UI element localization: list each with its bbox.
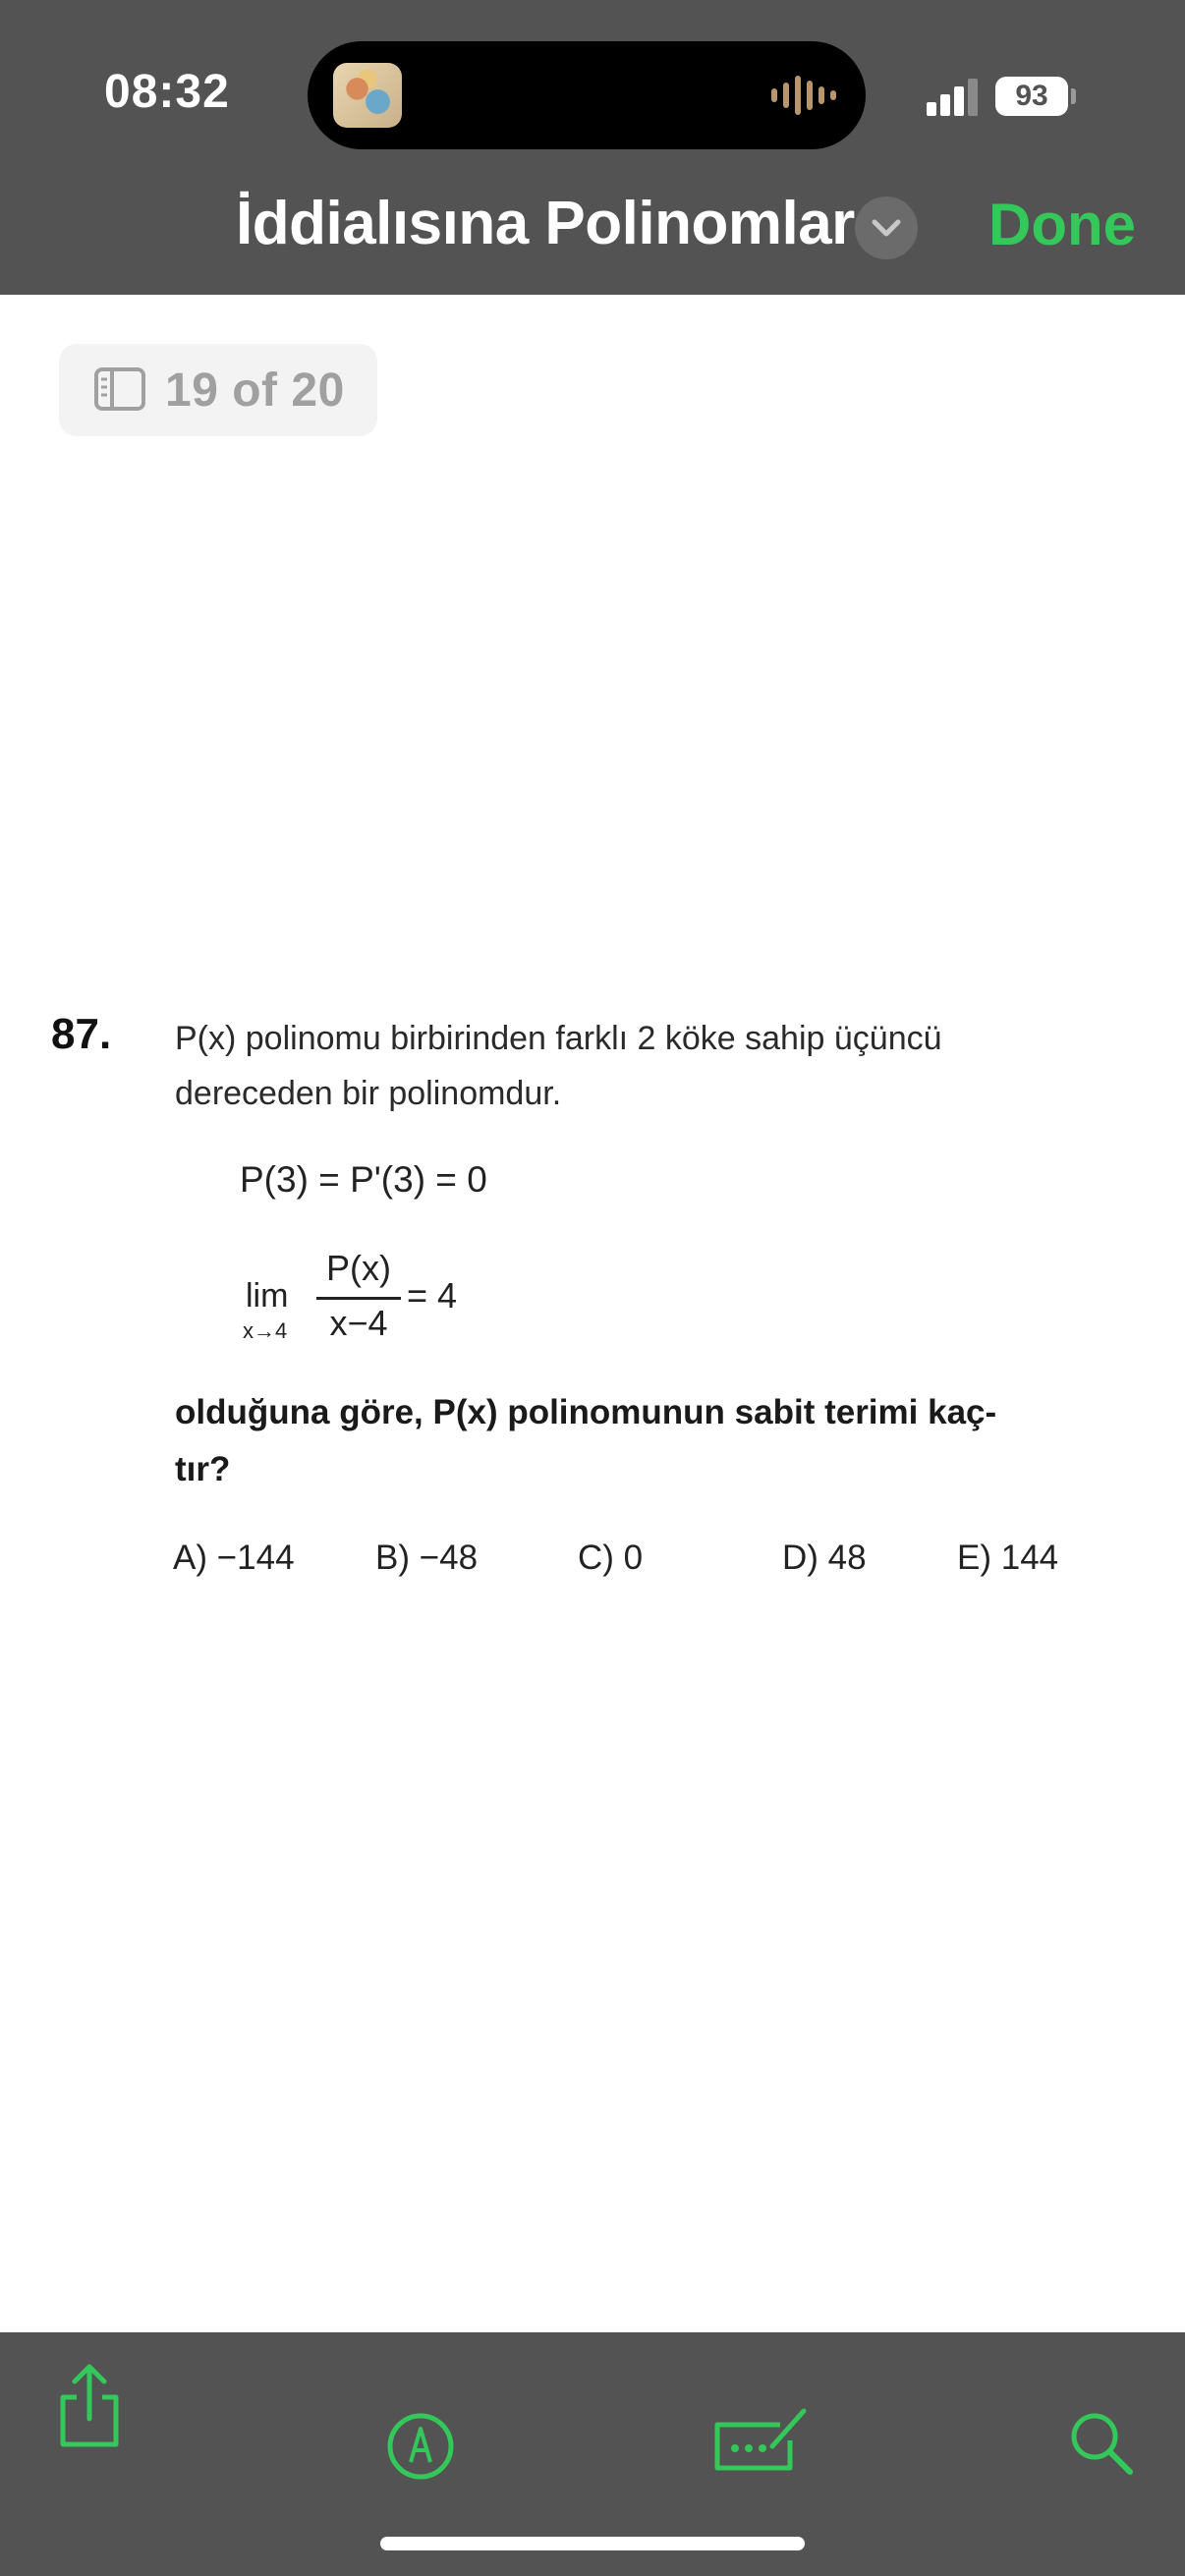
question-line-2: dereceden bir polinomdur. xyxy=(175,1075,562,1112)
battery-tip xyxy=(1071,88,1076,104)
markup-pen-icon[interactable] xyxy=(385,2411,456,2482)
limit-result: = 4 xyxy=(407,1275,458,1316)
audio-waveform-icon xyxy=(771,74,836,117)
chevron-down-icon xyxy=(872,219,901,237)
fill-sign-icon[interactable] xyxy=(711,2405,810,2474)
battery-indicator: 93 xyxy=(995,77,1068,116)
now-playing-artwork xyxy=(333,63,402,128)
status-time: 08:32 xyxy=(104,66,230,118)
limit-subscript: x→4 xyxy=(243,1318,288,1343)
title-menu-button[interactable] xyxy=(855,196,918,259)
page-indicator[interactable]: 19 of 20 xyxy=(59,344,377,436)
option-c: C) 0 xyxy=(578,1539,644,1577)
cellular-signal-icon xyxy=(927,77,982,116)
page-count-label: 19 of 20 xyxy=(165,364,345,417)
question-line-1: P(x) polinomu birbirinden farklı 2 köke … xyxy=(175,1020,942,1057)
option-e: E) 144 xyxy=(957,1539,1059,1577)
share-icon[interactable] xyxy=(55,2362,124,2450)
question-prompt-line-2: tır? xyxy=(175,1450,231,1488)
search-icon[interactable] xyxy=(1067,2409,1136,2478)
option-d: D) 48 xyxy=(782,1539,867,1577)
done-button[interactable]: Done xyxy=(988,191,1136,258)
fraction-denominator: x−4 xyxy=(329,1303,388,1343)
question-prompt-line-1: olduğuna göre, P(x) polinomunun sabit te… xyxy=(175,1393,997,1431)
equation-condition: P(3) = P'(3) = 0 xyxy=(240,1159,487,1200)
fraction-numerator: P(x) xyxy=(326,1248,391,1288)
home-indicator[interactable] xyxy=(380,2537,805,2550)
top-bar: 08:32 93 İddialısına Polinomlar Done xyxy=(0,0,1185,295)
option-b: B) −48 xyxy=(375,1539,479,1577)
limit-word: lim xyxy=(246,1277,289,1315)
fraction-bar xyxy=(316,1297,401,1300)
sidebar-icon xyxy=(94,367,145,411)
question-number: 87. xyxy=(51,1010,112,1058)
option-a: A) −144 xyxy=(173,1539,295,1577)
dynamic-island[interactable] xyxy=(308,41,866,149)
document-title[interactable]: İddialısına Polinomlar xyxy=(236,189,855,258)
pdf-page-content: 87. P(x) polinomu birbirinden farklı 2 k… xyxy=(0,982,1185,1592)
